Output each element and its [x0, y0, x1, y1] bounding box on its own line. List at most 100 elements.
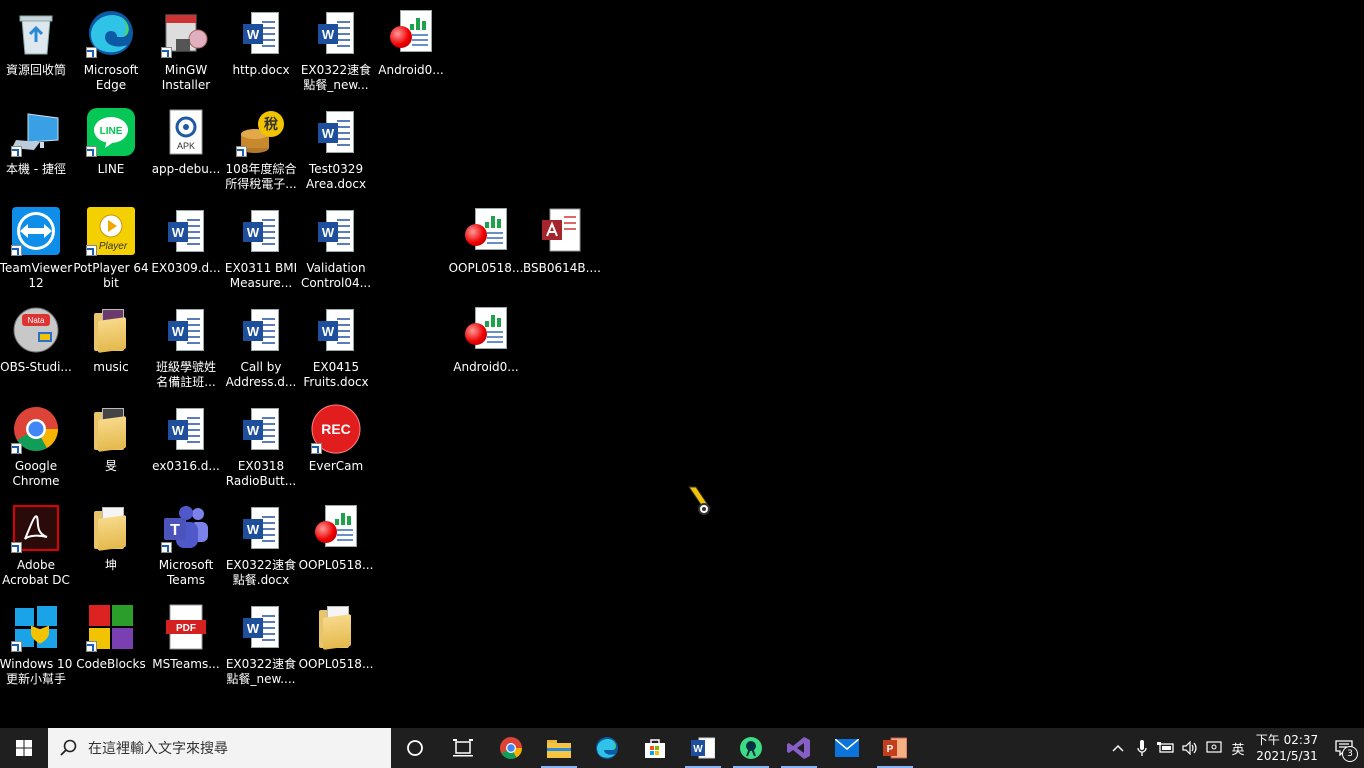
desktop-icon-tax[interactable]: 稅 108年度綜合 所得稅電子...	[223, 107, 299, 192]
taskbar-android-studio[interactable]	[727, 728, 775, 768]
ime-indicator[interactable]: 英	[1226, 728, 1250, 768]
desktop-icon-android0-b[interactable]: Android0...	[448, 305, 524, 375]
cortana-button[interactable]	[391, 728, 439, 768]
shortcut-arrow-icon	[236, 146, 247, 157]
desktop-icon-codeblocks[interactable]: CodeBlocks	[73, 602, 149, 672]
battery-icon[interactable]	[1154, 728, 1178, 768]
desktop-icon-teams[interactable]: T Microsoft Teams	[148, 503, 224, 588]
desktop-icon-mingw[interactable]: MinGW Installer	[148, 8, 224, 93]
svg-text:P: P	[887, 744, 894, 755]
folder-icon	[311, 602, 361, 652]
folder-icon	[86, 404, 136, 454]
word-badge: W	[243, 321, 263, 341]
desktop-icon-ex0316[interactable]: W ex0316.d...	[148, 404, 224, 474]
rec-text: REC	[321, 421, 351, 437]
obs-badge-text: Nata	[28, 316, 45, 325]
desktop-icon-acrobat[interactable]: Adobe Acrobat DC	[0, 503, 74, 588]
desktop-icon-ex0309[interactable]: W EX0309.d...	[148, 206, 224, 276]
codeblocks-icon	[86, 602, 136, 652]
volume-icon[interactable]	[1178, 728, 1202, 768]
desktop-icon-class-list[interactable]: W 班級學號姓 名備註班...	[148, 305, 224, 390]
search-box[interactable]: 在這裡輸入文字來搜尋	[48, 728, 391, 768]
word-badge: W	[243, 420, 263, 440]
icon-label: EX0311 BMI Measure...	[224, 261, 298, 290]
shortcut-arrow-icon	[161, 542, 172, 553]
shortcut-arrow-icon	[86, 47, 97, 58]
desktop-icon-call-by-address[interactable]: W Call by Address.d...	[223, 305, 299, 390]
desktop-icon-android0-a[interactable]: Android0...	[373, 8, 449, 78]
shortcut-arrow-icon	[11, 245, 22, 256]
desktop-icon-obs[interactable]: Nata OBS-Studi...	[0, 305, 74, 375]
desktop-icon-bsb0614b[interactable]: BSB0614B....	[523, 206, 601, 276]
icon-label: MinGW Installer	[161, 63, 211, 92]
desktop-icon-recycle-bin[interactable]: 資源回收筒	[0, 8, 74, 78]
icon-label: Call by Address.d...	[225, 360, 297, 389]
desktop-icon-folder-kun[interactable]: 坤	[73, 503, 149, 573]
word-icon: W	[691, 737, 715, 759]
acrobat-icon	[11, 503, 61, 553]
icon-label: Test0329 Area.docx	[305, 162, 367, 191]
icon-label: EX0322速食 點餐_new....	[225, 657, 297, 686]
desktop-icon-validation[interactable]: W Validation Control04...	[298, 206, 374, 291]
taskbar-store[interactable]	[631, 728, 679, 768]
desktop-icon-ex0318[interactable]: W EX0318 RadioButt...	[223, 404, 299, 489]
icon-label: app-debu...	[151, 162, 221, 176]
desktop-icon-this-pc[interactable]: 本機 - 捷徑	[0, 107, 74, 177]
shortcut-arrow-icon	[86, 641, 97, 652]
teams-badge-text: T	[170, 522, 180, 539]
line-icon: LINE	[86, 107, 136, 157]
icon-label: 108年度綜合 所得稅電子...	[225, 162, 297, 191]
desktop-icon-windows-update[interactable]: Windows 10 更新小幫手	[0, 602, 74, 687]
desktop-icon-oopl0518-folder[interactable]: OOPL0518...	[298, 602, 374, 672]
microphone-icon[interactable]	[1130, 728, 1154, 768]
taskbar-mail[interactable]	[823, 728, 871, 768]
desktop-icon-msteams-pdf[interactable]: PDF MSTeams...	[148, 602, 224, 672]
icon-label: OOPL0518...	[448, 261, 524, 275]
desktop-icon-oopl0518-b[interactable]: OOPL0518...	[298, 503, 374, 573]
taskbar-edge[interactable]	[583, 728, 631, 768]
start-button[interactable]	[0, 728, 48, 768]
taskbar: 在這裡輸入文字來搜尋 W P 英 下午 02:37 2021/5/31 3	[0, 728, 1364, 768]
word-badge: W	[318, 321, 338, 341]
desktop-icon-ex0311[interactable]: W EX0311 BMI Measure...	[223, 206, 299, 291]
search-icon	[60, 739, 77, 756]
desktop-icon-music-folder[interactable]: music	[73, 305, 149, 375]
desktop-icon-ex0415[interactable]: W EX0415 Fruits.docx	[298, 305, 374, 390]
display-settings-icon[interactable]	[1202, 728, 1226, 768]
potplayer-icon: Player	[86, 206, 136, 256]
taskbar-powerpoint[interactable]: P	[871, 728, 919, 768]
desktop-icon-line[interactable]: LINE LINE	[73, 107, 149, 177]
desktop-icon-teamviewer[interactable]: TeamViewer 12	[0, 206, 74, 291]
taskbar-word[interactable]: W	[679, 728, 727, 768]
icon-label: LINE	[97, 162, 125, 176]
taskbar-chrome[interactable]	[487, 728, 535, 768]
desktop-icon-ex0322-new-2[interactable]: W EX0322速食 點餐_new....	[223, 602, 299, 687]
icon-label: OOPL0518...	[298, 657, 374, 671]
taskbar-visual-studio[interactable]	[775, 728, 823, 768]
icon-label: EX0309.d...	[151, 261, 221, 275]
taskbar-file-explorer[interactable]	[535, 728, 583, 768]
desktop-icon-ex0322-new[interactable]: W EX0322速食 點餐_new...	[298, 8, 374, 93]
desktop-icon-chrome[interactable]: Google Chrome	[0, 404, 74, 489]
action-center-button[interactable]: 3	[1324, 728, 1364, 768]
icon-label: EX0318 RadioButt...	[225, 459, 297, 488]
desktop-icon-potplayer[interactable]: Player PotPlayer 64 bit	[73, 206, 149, 291]
tax-icon: 稅	[236, 107, 286, 157]
desktop-icon-oopl0518-a[interactable]: OOPL0518...	[448, 206, 524, 276]
tray-overflow-chevron-up-icon[interactable]	[1106, 728, 1130, 768]
desktop-icon-edge[interactable]: Microsoft Edge	[73, 8, 149, 93]
apk-icon: APK	[161, 107, 211, 157]
desktop-icon-evercam[interactable]: REC EverCam	[298, 404, 374, 474]
cortana-icon	[407, 740, 423, 756]
desktop-icon-test0329[interactable]: W Test0329 Area.docx	[298, 107, 374, 192]
task-view-button[interactable]	[439, 728, 487, 768]
word-badge: W	[243, 519, 263, 539]
clock[interactable]: 下午 02:37 2021/5/31	[1250, 732, 1324, 764]
desktop-icon-folder-min[interactable]: 旻	[73, 404, 149, 474]
desktop-icon-ex0322[interactable]: W EX0322速食 點餐.docx	[223, 503, 299, 588]
access-file-icon	[536, 206, 586, 256]
desktop[interactable]: 資源回收筒 本機 - 捷徑 TeamViewer 12 Nata OBS-Stu…	[0, 0, 1364, 728]
clock-date: 2021/5/31	[1256, 749, 1318, 763]
desktop-icon-http-docx[interactable]: W http.docx	[223, 8, 299, 78]
desktop-icon-apk[interactable]: APK app-debu...	[148, 107, 224, 177]
